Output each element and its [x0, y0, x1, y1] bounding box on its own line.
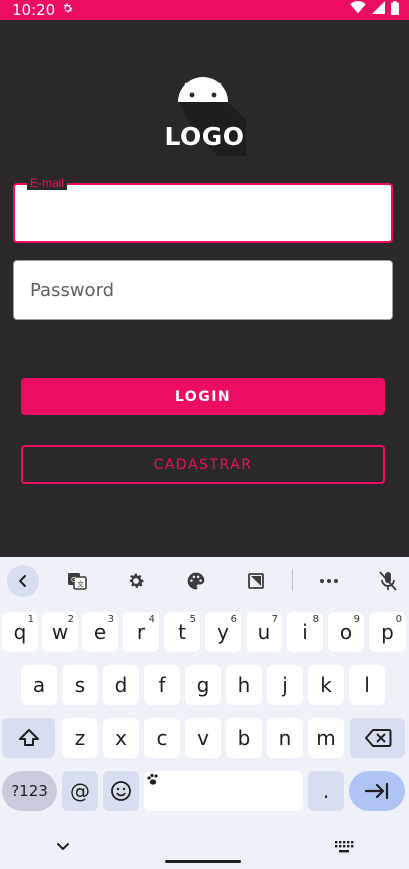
- key-w[interactable]: w2: [42, 612, 78, 652]
- key-z[interactable]: z: [62, 718, 98, 758]
- status-bar: 10:20: [0, 0, 409, 20]
- key-label: y: [217, 620, 229, 644]
- key-u[interactable]: u7: [246, 612, 282, 652]
- key-v[interactable]: v: [185, 718, 221, 758]
- key-label: u: [257, 620, 271, 644]
- key-r[interactable]: r4: [123, 612, 159, 652]
- key-hint: 8: [312, 614, 319, 625]
- key-g[interactable]: g: [185, 665, 221, 705]
- key-hint: 2: [67, 614, 74, 625]
- key-label: t: [178, 620, 186, 644]
- gear-icon: [61, 2, 74, 18]
- paw-icon: [147, 773, 158, 785]
- gesture-nav-bar[interactable]: [165, 860, 241, 863]
- translate-icon[interactable]: G文: [61, 565, 93, 597]
- enter-key[interactable]: [349, 771, 405, 811]
- key-label: r: [136, 620, 146, 644]
- key-y[interactable]: y6: [205, 612, 241, 652]
- key-hint: 3: [107, 614, 114, 625]
- toolbar-divider: [292, 569, 293, 591]
- key-hint: 7: [271, 614, 278, 625]
- gear-icon[interactable]: [120, 565, 152, 597]
- svg-text:G: G: [71, 576, 76, 584]
- key-label: w: [51, 620, 69, 644]
- email-field[interactable]: E-mail: [13, 176, 393, 243]
- key-k[interactable]: k: [308, 665, 344, 705]
- backspace-key[interactable]: [350, 718, 405, 758]
- password-field[interactable]: [13, 260, 393, 320]
- key-s[interactable]: s: [62, 665, 98, 705]
- chevron-left-icon[interactable]: [7, 565, 39, 597]
- keyboard-switch-icon[interactable]: [333, 837, 355, 857]
- key-label: e: [93, 620, 107, 644]
- palette-icon[interactable]: [180, 565, 212, 597]
- shift-key[interactable]: [2, 718, 55, 758]
- key-hint: 9: [353, 614, 360, 625]
- email-input[interactable]: [15, 185, 391, 241]
- key-o[interactable]: o9: [328, 612, 364, 652]
- clipboard-icon[interactable]: [240, 565, 272, 597]
- key-f[interactable]: f: [144, 665, 180, 705]
- key-hint: 0: [395, 614, 402, 625]
- key-j[interactable]: j: [267, 665, 303, 705]
- key-m[interactable]: m: [308, 718, 344, 758]
- tab-next-icon: [364, 782, 389, 800]
- key-c[interactable]: c: [144, 718, 180, 758]
- login-screen: LOGO E-mail LOGIN CADASTRAR: [0, 20, 409, 557]
- register-button[interactable]: CADASTRAR: [21, 445, 385, 484]
- keyboard-toolbar: G文: [0, 557, 409, 604]
- status-time: 10:20: [12, 1, 56, 19]
- logo-text: LOGO: [164, 122, 245, 151]
- at-key[interactable]: @: [62, 771, 98, 811]
- key-label: i: [302, 620, 308, 644]
- backspace-icon: [364, 729, 391, 747]
- key-l[interactable]: l: [349, 665, 385, 705]
- more-icon[interactable]: [313, 565, 345, 597]
- key-n[interactable]: n: [267, 718, 303, 758]
- key-hint: 5: [189, 614, 196, 625]
- key-a[interactable]: a: [21, 665, 57, 705]
- key-b[interactable]: b: [226, 718, 262, 758]
- key-e[interactable]: e3: [82, 612, 118, 652]
- key-hint: 6: [230, 614, 237, 625]
- key-i[interactable]: i8: [287, 612, 323, 652]
- status-icons: [350, 0, 399, 20]
- signal-icon: [372, 1, 385, 19]
- key-label: o: [339, 620, 353, 644]
- key-label: p: [381, 620, 394, 644]
- key-q[interactable]: q1: [2, 612, 38, 652]
- key-t[interactable]: t5: [164, 612, 200, 652]
- key-hint: 4: [148, 614, 155, 625]
- key-p[interactable]: p0: [369, 612, 406, 652]
- login-button[interactable]: LOGIN: [21, 378, 385, 415]
- emoji-key[interactable]: [103, 771, 139, 811]
- svg-text:文: 文: [77, 580, 84, 589]
- emoji-icon: [111, 781, 131, 801]
- keyboard-nav-area: [0, 827, 409, 869]
- wifi-icon: [350, 1, 366, 19]
- chevron-down-icon[interactable]: [53, 837, 73, 857]
- key-h[interactable]: h: [226, 665, 262, 705]
- key-x[interactable]: x: [103, 718, 139, 758]
- key-hint: 1: [27, 614, 34, 625]
- mic-off-icon[interactable]: [372, 565, 404, 597]
- period-key[interactable]: .: [308, 771, 344, 811]
- symbols-key[interactable]: ?123: [2, 771, 57, 811]
- password-input[interactable]: [14, 261, 392, 319]
- key-label: q: [13, 620, 27, 644]
- key-d[interactable]: d: [103, 665, 139, 705]
- battery-icon: [391, 0, 399, 20]
- space-key[interactable]: [144, 771, 303, 811]
- soft-keyboard: G文 q1 w2 e3 r4 t5 y6 u7 i8 o9 p0 a s d f…: [0, 557, 409, 869]
- shift-icon: [18, 729, 39, 746]
